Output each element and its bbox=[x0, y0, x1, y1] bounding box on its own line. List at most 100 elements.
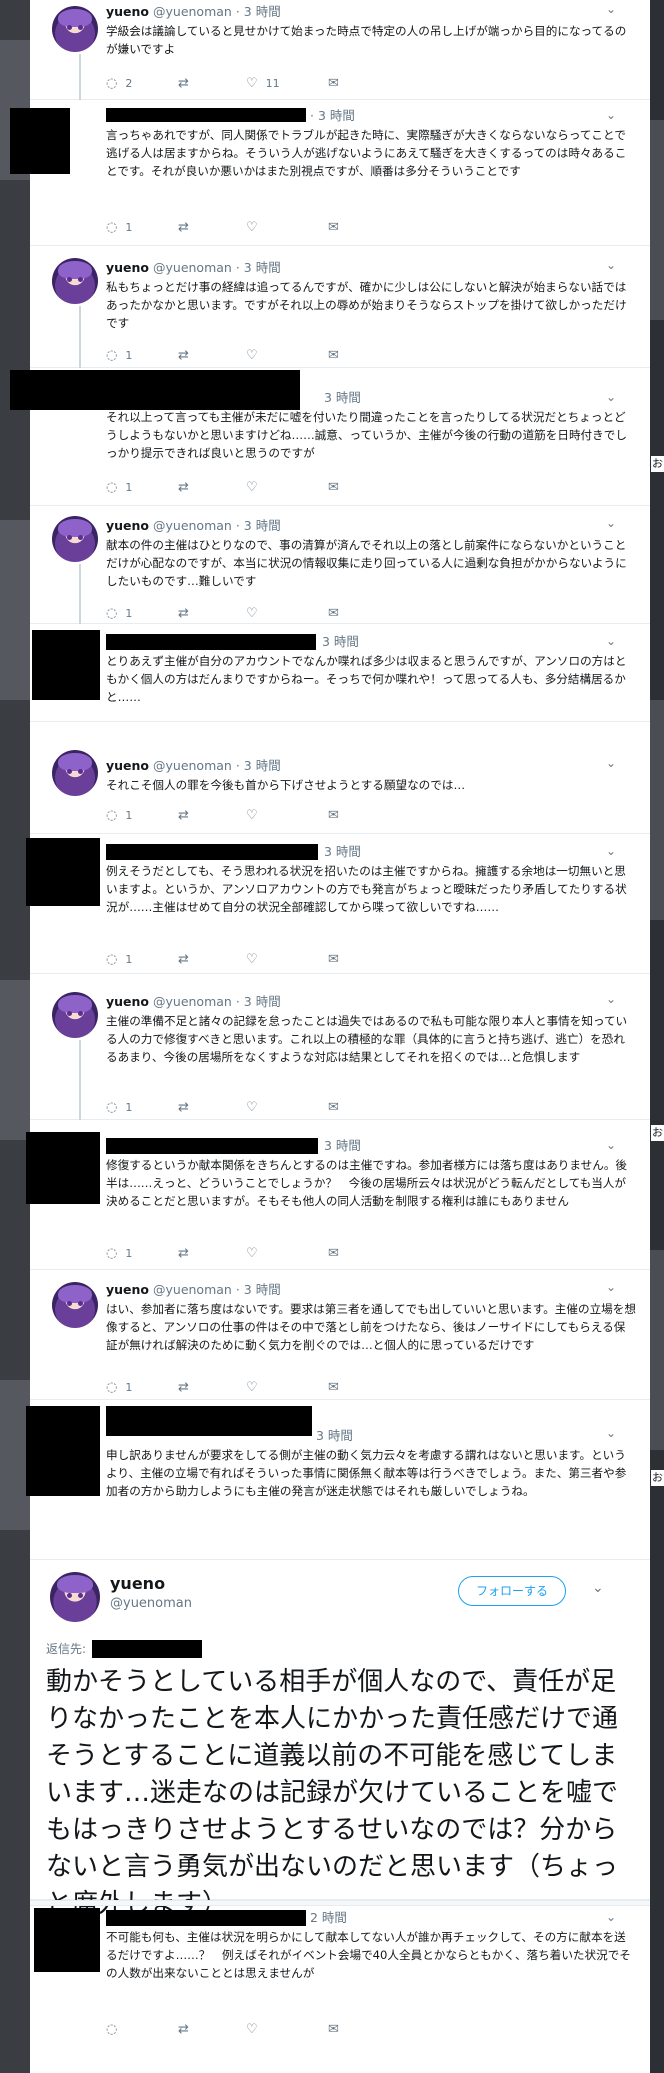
timestamp[interactable]: 2 時間 bbox=[310, 1910, 347, 1925]
handle[interactable]: @yuenoman bbox=[153, 994, 232, 1009]
tweet[interactable]: 2 時間 ⌄ 不可能も何も、主催は状況を明らかにして献本してない人が誰か再チェッ… bbox=[30, 1906, 650, 2073]
timestamp[interactable]: 3 時間 bbox=[324, 1138, 361, 1153]
like-button[interactable]: ♡ bbox=[246, 1380, 258, 1395]
dm-button[interactable]: ✉ bbox=[328, 348, 339, 363]
retweet-button[interactable]: ⇄ bbox=[178, 348, 189, 363]
tweet[interactable]: yueno @yuenoman · 3 時間 ⌄ 献本の件の主催はひとりなので、… bbox=[30, 506, 650, 624]
follow-button[interactable]: フォローする bbox=[458, 1576, 566, 1606]
tweet[interactable]: yueno @yuenoman · 3 時間 ⌄ 学級会は議論していると見せかけ… bbox=[30, 0, 650, 100]
retweet-button[interactable]: ⇄ bbox=[178, 1100, 189, 1115]
chevron-down-icon[interactable]: ⌄ bbox=[592, 1580, 604, 1596]
avatar[interactable] bbox=[52, 992, 98, 1038]
reply-button[interactable]: ◌ 2 bbox=[106, 76, 132, 91]
chevron-down-icon[interactable]: ⌄ bbox=[606, 634, 616, 648]
reply-button[interactable]: ◌ 1 bbox=[106, 348, 132, 363]
like-button[interactable]: ♡ bbox=[246, 1100, 258, 1115]
dm-button[interactable]: ✉ bbox=[328, 808, 339, 823]
focal-tweet[interactable]: yueno @yuenoman フォローする ⌄ 返信先: 動かそうとしている相… bbox=[30, 1560, 650, 1919]
like-button[interactable]: ♡ bbox=[246, 348, 258, 363]
timestamp[interactable]: · 3 時間 bbox=[236, 518, 281, 533]
dm-button[interactable]: ✉ bbox=[328, 1246, 339, 1261]
chevron-down-icon[interactable]: ⌄ bbox=[606, 1138, 616, 1152]
timestamp[interactable]: 3 時間 bbox=[316, 1428, 353, 1443]
timestamp[interactable]: · 3 時間 bbox=[236, 4, 281, 19]
timestamp[interactable]: · 3 時間 bbox=[236, 758, 281, 773]
retweet-button[interactable]: ⇄ bbox=[178, 808, 189, 823]
timestamp[interactable]: · 3 時間 bbox=[310, 108, 355, 123]
timestamp[interactable]: · 3 時間 bbox=[236, 1282, 281, 1297]
reply-button[interactable]: ◌ 1 bbox=[106, 1380, 132, 1395]
retweet-button[interactable]: ⇄ bbox=[178, 480, 189, 495]
dm-button[interactable]: ✉ bbox=[328, 76, 339, 91]
like-button[interactable]: ♡ bbox=[246, 952, 258, 967]
timestamp[interactable]: 3 時間 bbox=[322, 634, 359, 649]
display-name[interactable]: yueno bbox=[110, 1574, 165, 1593]
tweet[interactable]: yueno @yuenoman · 3 時間 ⌄ それこそ個人の罪を今後も首から… bbox=[30, 722, 650, 834]
like-button[interactable]: ♡ bbox=[246, 1246, 258, 1261]
chevron-down-icon[interactable]: ⌄ bbox=[606, 756, 616, 770]
reply-button[interactable]: ◌ 1 bbox=[106, 808, 132, 823]
dm-button[interactable]: ✉ bbox=[328, 952, 339, 967]
chevron-down-icon[interactable]: ⌄ bbox=[606, 108, 616, 122]
avatar[interactable] bbox=[50, 1572, 100, 1622]
tweet[interactable]: yueno @yuenoman · 3 時間 ⌄ はい、参加者に落ち度はないです… bbox=[30, 1270, 650, 1400]
chevron-down-icon[interactable]: ⌄ bbox=[606, 1910, 616, 1924]
chevron-down-icon[interactable]: ⌄ bbox=[606, 1426, 616, 1440]
handle[interactable]: @yuenoman bbox=[110, 1596, 192, 1611]
handle[interactable]: @yuenoman bbox=[153, 260, 232, 275]
reply-button[interactable]: ◌ bbox=[106, 2022, 117, 2037]
timestamp[interactable]: 3 時間 bbox=[324, 390, 361, 405]
chevron-down-icon[interactable]: ⌄ bbox=[606, 258, 616, 272]
avatar[interactable] bbox=[52, 1282, 98, 1328]
display-name[interactable]: yueno bbox=[106, 994, 149, 1009]
avatar[interactable] bbox=[52, 258, 98, 304]
retweet-button[interactable]: ⇄ bbox=[178, 76, 197, 91]
tweet[interactable]: 3 時間 ⌄ 修復するというか献本関係をきちんとするのは主催ですね。参加者様方に… bbox=[26, 1120, 650, 1270]
retweet-button[interactable]: ⇄ bbox=[178, 220, 189, 235]
timestamp[interactable]: 3 時間 bbox=[324, 844, 361, 859]
handle[interactable]: @yuenoman bbox=[153, 4, 232, 19]
chevron-down-icon[interactable]: ⌄ bbox=[606, 2, 616, 16]
dm-button[interactable]: ✉ bbox=[328, 480, 339, 495]
like-button[interactable]: ♡ bbox=[246, 606, 258, 621]
dm-button[interactable]: ✉ bbox=[328, 1100, 339, 1115]
reply-button[interactable]: ◌ 1 bbox=[106, 1246, 132, 1261]
timestamp[interactable]: · 3 時間 bbox=[236, 260, 281, 275]
reply-button[interactable]: ◌ 1 bbox=[106, 480, 132, 495]
retweet-button[interactable]: ⇄ bbox=[178, 606, 189, 621]
tweet[interactable]: 3 時間 ⌄ それ以上って言っても主催が未だに嘘を付いたり間違ったことを言ったり… bbox=[10, 368, 650, 506]
chevron-down-icon[interactable]: ⌄ bbox=[606, 516, 616, 530]
like-button[interactable]: ♡ 11 bbox=[246, 76, 280, 91]
reply-button[interactable]: ◌ 1 bbox=[106, 952, 132, 967]
retweet-button[interactable]: ⇄ bbox=[178, 1246, 189, 1261]
chevron-down-icon[interactable]: ⌄ bbox=[606, 992, 616, 1006]
tweet[interactable]: 3 時間 ⌄ 申し訳ありませんが要求をしてる側が主催の動く気力云々を考慮する謂れ… bbox=[26, 1400, 650, 1560]
chevron-down-icon[interactable]: ⌄ bbox=[606, 844, 616, 858]
reply-button[interactable]: ◌ 1 bbox=[106, 606, 132, 621]
dm-button[interactable]: ✉ bbox=[328, 2022, 339, 2037]
display-name[interactable]: yueno bbox=[106, 518, 149, 533]
dm-button[interactable]: ✉ bbox=[328, 606, 339, 621]
handle[interactable]: @yuenoman bbox=[153, 1282, 232, 1297]
tweet[interactable]: yueno @yuenoman · 3 時間 ⌄ 私もちょっとだけ事の経緯は追っ… bbox=[30, 246, 650, 368]
like-button[interactable]: ♡ bbox=[246, 808, 258, 823]
dm-button[interactable]: ✉ bbox=[328, 1380, 339, 1395]
like-button[interactable]: ♡ bbox=[246, 2022, 258, 2037]
timestamp[interactable]: · 3 時間 bbox=[236, 994, 281, 1009]
display-name[interactable]: yueno bbox=[106, 4, 149, 19]
avatar[interactable] bbox=[52, 6, 98, 52]
display-name[interactable]: yueno bbox=[106, 1282, 149, 1297]
reply-button[interactable]: ◌ 1 bbox=[106, 1100, 132, 1115]
tweet[interactable]: · 3 時間 ⌄ 言っちゃあれですが、同人関係でトラブルが起きた時に、実際騒ぎが… bbox=[10, 100, 650, 246]
tweet[interactable]: 3 時間 ⌄ とりあえず主催が自分のアカウントでなんか喋れば多少は収まると思うん… bbox=[30, 624, 650, 722]
retweet-button[interactable]: ⇄ bbox=[178, 2022, 189, 2037]
like-button[interactable]: ♡ bbox=[246, 480, 258, 495]
dm-button[interactable]: ✉ bbox=[328, 220, 339, 235]
chevron-down-icon[interactable]: ⌄ bbox=[606, 1280, 616, 1294]
handle[interactable]: @yuenoman bbox=[153, 518, 232, 533]
reply-button[interactable]: ◌ 1 bbox=[106, 220, 132, 235]
avatar[interactable] bbox=[52, 516, 98, 562]
display-name[interactable]: yueno bbox=[106, 758, 149, 773]
display-name[interactable]: yueno bbox=[106, 260, 149, 275]
tweet[interactable]: yueno @yuenoman · 3 時間 ⌄ 主催の準備不足と諸々の記録を怠… bbox=[30, 974, 650, 1120]
